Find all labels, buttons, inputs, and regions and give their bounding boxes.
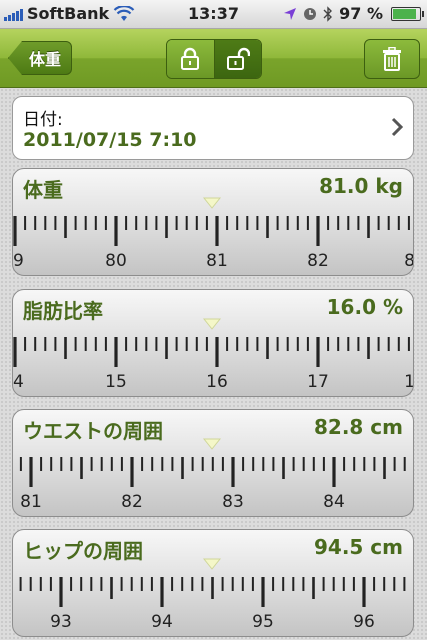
battery-icon <box>391 6 424 21</box>
unlock-button[interactable] <box>214 40 261 78</box>
ruler-label: 81 <box>20 492 42 512</box>
lock-closed-icon <box>181 47 200 70</box>
status-bar: SoftBank 13:37 97 % <box>0 0 427 29</box>
body-fat-scale[interactable]: 脂肪比率 16.0 % 4 15 16 17 1 <box>12 289 414 397</box>
weight-scale[interactable]: 体重 81.0 kg 9 80 81 82 8 <box>12 168 414 276</box>
ruler-label: 82 <box>121 492 143 512</box>
chevron-right-icon <box>391 117 403 137</box>
ruler-label: 93 <box>50 612 72 632</box>
lock-segmented-control <box>166 39 262 79</box>
delete-button[interactable] <box>364 39 420 79</box>
ruler-label: 4 <box>13 372 24 392</box>
ruler-label: 81 <box>206 251 228 271</box>
nav-bar: 体重 <box>0 29 427 88</box>
battery-percent: 97 % <box>339 4 383 23</box>
trash-icon <box>383 47 401 71</box>
ruler-label: 96 <box>353 612 375 632</box>
bluetooth-icon <box>323 5 333 22</box>
ruler[interactable]: 81 82 83 84 <box>13 410 414 517</box>
ruler[interactable]: 9 80 81 82 8 <box>13 169 414 276</box>
date-label: 日付: <box>23 110 63 130</box>
status-right: 97 % <box>283 4 424 23</box>
ruler-label: 95 <box>252 612 274 632</box>
battery-fill <box>393 8 416 19</box>
hip-scale[interactable]: ヒップの周囲 94.5 cm 93 94 95 96 <box>12 529 414 637</box>
ruler-label: 17 <box>307 372 329 392</box>
ruler-label: 94 <box>151 612 173 632</box>
alarm-icon <box>304 7 317 20</box>
waist-scale[interactable]: ウエストの周囲 82.8 cm 81 82 83 84 <box>12 409 414 517</box>
ruler[interactable]: 93 94 95 96 <box>13 530 414 637</box>
ruler-label: 16 <box>206 372 228 392</box>
date-value: 2011/07/15 7:10 <box>23 129 197 151</box>
value-marker <box>202 197 222 209</box>
date-row[interactable]: 日付: 2011/07/15 7:10 <box>12 96 414 160</box>
value-marker <box>202 438 222 450</box>
value-marker <box>202 318 222 330</box>
ruler-label: 9 <box>13 251 24 271</box>
ruler-label: 80 <box>105 251 127 271</box>
ruler[interactable]: 4 15 16 17 1 <box>13 290 414 397</box>
ruler-label: 8 <box>404 251 414 271</box>
lock-button[interactable] <box>167 40 215 78</box>
ruler-label: 83 <box>222 492 244 512</box>
ruler-label: 84 <box>323 492 345 512</box>
back-button[interactable]: 体重 <box>8 41 72 75</box>
ruler-label: 82 <box>307 251 329 271</box>
ruler-label: 15 <box>105 372 127 392</box>
lock-open-icon <box>226 47 250 70</box>
value-marker <box>202 558 222 570</box>
location-icon <box>284 7 297 20</box>
ruler-label: 1 <box>404 372 414 392</box>
